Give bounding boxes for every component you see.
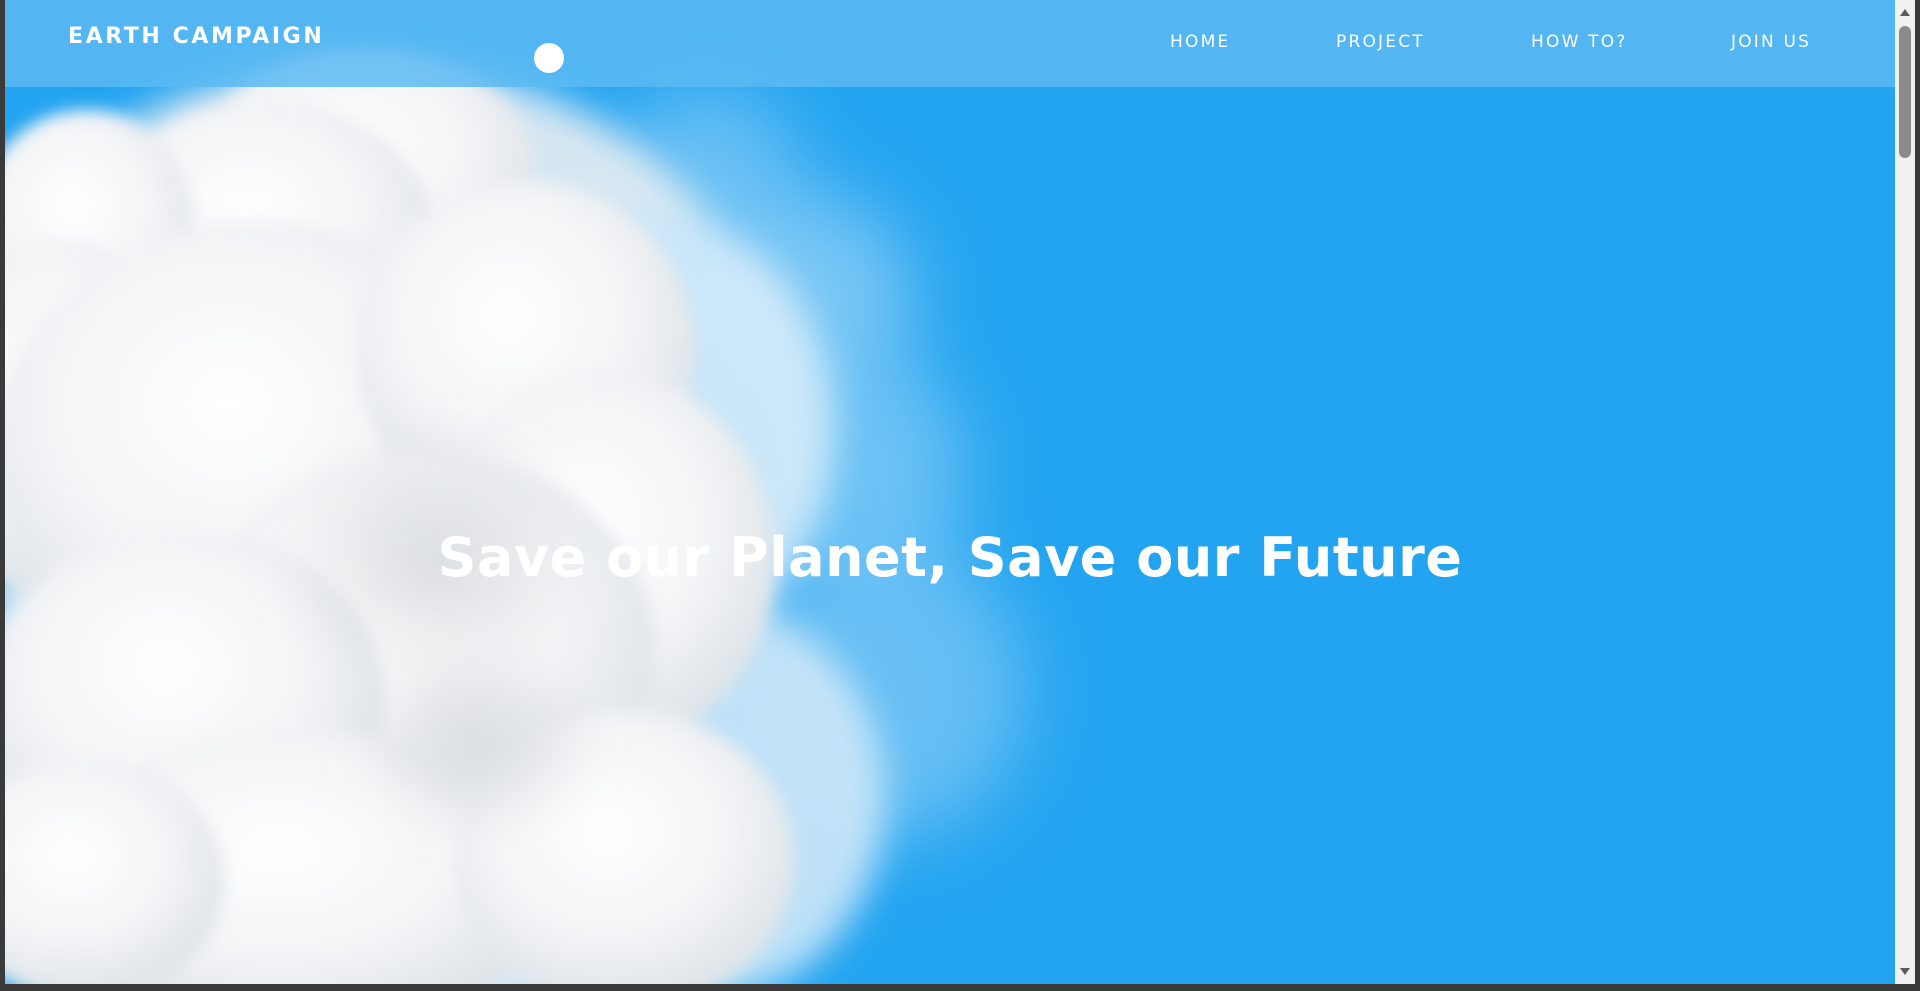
scrollbar-thumb[interactable] <box>1899 26 1911 158</box>
brand-logo[interactable]: EARTH CAMPAIGN <box>68 24 324 49</box>
nav-link-project[interactable]: PROJECT <box>1336 32 1425 52</box>
top-navbar: EARTH CAMPAIGN HOME PROJECT HOW TO? JOIN… <box>5 0 1895 87</box>
custom-cursor-icon <box>534 43 564 73</box>
scroll-up-arrow-icon[interactable] <box>1900 9 1910 16</box>
window-frame-bottom <box>0 984 1920 991</box>
nav-link-how-to[interactable]: HOW TO? <box>1531 32 1628 52</box>
nav-link-home[interactable]: HOME <box>1170 32 1230 52</box>
page-scrollbar[interactable] <box>1895 0 1915 984</box>
page-viewport: EARTH CAMPAIGN HOME PROJECT HOW TO? JOIN… <box>5 0 1895 984</box>
window-frame-right <box>1915 0 1920 991</box>
scroll-down-arrow-icon[interactable] <box>1900 968 1910 975</box>
hero-title: Save our Planet, Save our Future <box>437 526 1463 589</box>
cloud-background-image <box>5 50 1025 984</box>
nav-link-join-us[interactable]: JOIN US <box>1731 32 1811 52</box>
